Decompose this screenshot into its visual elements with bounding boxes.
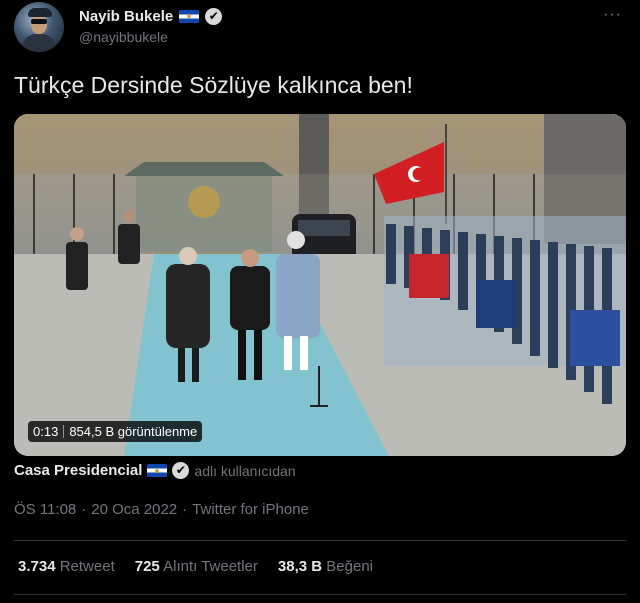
engagement-stats: 3.734 Retweet 725 Alıntı Tweetler 38,3 B… (18, 558, 373, 575)
tweet-date[interactable]: 20 Oca 2022 (91, 501, 177, 518)
video-source-attribution: Casa Presidencial ✔ adlı kullanıcıdan (14, 462, 296, 479)
quote-tweet-count[interactable]: 725 Alıntı Tweetler (135, 558, 258, 575)
stat-label: Beğeni (326, 558, 373, 575)
verified-badge-icon: ✔ (172, 462, 190, 479)
video-stats-badge: 0:13 854,5 B görüntülenme (28, 421, 203, 442)
video-views: 854,5 B görüntülenme (69, 424, 198, 439)
retweet-count[interactable]: 3.734 Retweet (18, 558, 115, 575)
avatar-body (22, 34, 56, 52)
tweet-metadata: ÖS 11:08 · 20 Oca 2022 · Twitter for iPh… (14, 501, 309, 518)
video-duration: 0:13 (33, 424, 59, 439)
stat-label: Retweet (59, 558, 115, 575)
more-options-icon[interactable]: ··· (603, 6, 622, 24)
el-salvador-flag-icon (147, 464, 168, 477)
verified-badge-icon: ✔ (205, 7, 223, 25)
avatar-sunglasses (31, 19, 47, 24)
meta-separator: · (81, 501, 87, 518)
tweet-text: Türkçe Dersinde Sözlüye kalkınca ben! (14, 72, 413, 98)
divider (14, 540, 626, 541)
tweet-time[interactable]: ÖS 11:08 (14, 501, 76, 518)
source-account-link[interactable]: Casa Presidencial (14, 462, 142, 479)
divider (14, 594, 626, 595)
meta-separator: · (182, 501, 188, 518)
video-player[interactable]: 0:13 854,5 B görüntülenme (14, 114, 626, 456)
source-suffix-text: adlı kullanıcıdan (194, 462, 296, 479)
author-display-name[interactable]: Nayib Bukele (79, 8, 173, 25)
avatar-cap (28, 8, 52, 17)
author-name-row[interactable]: Nayib Bukele ✔ (79, 6, 223, 26)
tweet-client[interactable]: Twitter for iPhone (192, 501, 309, 518)
stat-label: Alıntı Tweetler (163, 558, 258, 575)
avatar[interactable] (14, 2, 64, 52)
like-count[interactable]: 38,3 B Beğeni (278, 558, 373, 575)
stat-value: 3.734 (18, 558, 56, 575)
el-salvador-flag-icon (179, 9, 200, 23)
avatar-face (31, 14, 47, 34)
video-thumbnail (14, 114, 626, 456)
author-handle[interactable]: @nayibbukele (79, 29, 168, 45)
stat-value: 725 (134, 558, 160, 575)
stat-value: 38,3 B (277, 558, 323, 575)
